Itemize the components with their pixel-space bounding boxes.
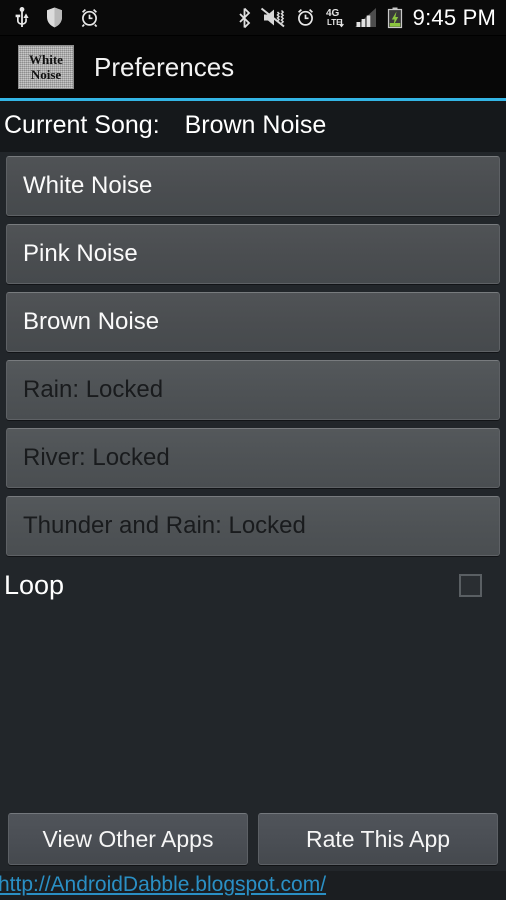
developer-blog-link[interactable]: http://AndroidDabble.blogspot.com/ [0, 871, 506, 900]
song-label: Thunder and Rain: Locked [23, 512, 306, 539]
battery-charging-icon [387, 7, 403, 29]
status-bar: 4G LTE 9:45 PM [0, 0, 506, 36]
app-icon: White Noise [18, 45, 74, 89]
song-list: White Noise Pink Noise Brown Noise Rain:… [0, 152, 506, 564]
song-label: River: Locked [23, 444, 170, 471]
content-area: Current Song: Brown Noise White Noise Pi… [0, 101, 506, 900]
current-song-row: Current Song: Brown Noise [0, 101, 506, 152]
song-button-river-locked[interactable]: River: Locked [6, 428, 500, 488]
loop-checkbox[interactable] [459, 574, 482, 597]
signal-bars-icon [354, 7, 378, 28]
song-button-rain-locked[interactable]: Rain: Locked [6, 360, 500, 420]
song-button-brown-noise[interactable]: Brown Noise [6, 292, 500, 352]
bluetooth-icon [238, 7, 251, 29]
loop-row: Loop [0, 564, 506, 607]
status-bar-right-icons: 4G LTE 9:45 PM [229, 5, 496, 31]
alarm-clock-icon [79, 7, 100, 28]
app-icon-line-1: White [29, 52, 63, 67]
song-label: Pink Noise [23, 240, 138, 267]
loop-label: Loop [4, 570, 65, 600]
current-song-label: Current Song: [4, 111, 160, 139]
4g-lte-icon: 4G LTE [325, 6, 345, 29]
alarm-clock-icon [295, 7, 316, 28]
usb-icon [14, 6, 30, 29]
song-label: Rain: Locked [23, 376, 164, 403]
rate-this-app-label: Rate This App [305, 825, 451, 852]
rate-this-app-button[interactable]: Rate This App [258, 813, 498, 865]
app-icon-line-2: Noise [30, 67, 62, 82]
app-screen: 4G LTE 9:45 PM White Noise Preferences C… [0, 0, 506, 900]
song-button-pink-noise[interactable]: Pink Noise [6, 224, 500, 284]
view-other-apps-label: View Other Apps [42, 825, 214, 852]
song-label: Brown Noise [23, 308, 160, 335]
status-bar-left-icons [14, 6, 116, 29]
song-label: White Noise [23, 172, 153, 199]
svg-text:LTE: LTE [327, 18, 342, 27]
song-button-white-noise[interactable]: White Noise [6, 156, 500, 216]
footer-button-row: View Other Apps Rate This App [0, 813, 506, 871]
shield-icon [46, 7, 63, 28]
page-title: Preferences [94, 51, 235, 82]
song-button-thunder-and-rain-locked[interactable]: Thunder and Rain: Locked [6, 496, 500, 556]
vibrate-mute-icon [260, 7, 286, 28]
status-bar-clock: 9:45 PM [412, 4, 496, 30]
view-other-apps-button[interactable]: View Other Apps [8, 813, 248, 865]
current-song-value: Brown Noise [184, 111, 327, 139]
title-bar: White Noise Preferences [0, 36, 506, 98]
